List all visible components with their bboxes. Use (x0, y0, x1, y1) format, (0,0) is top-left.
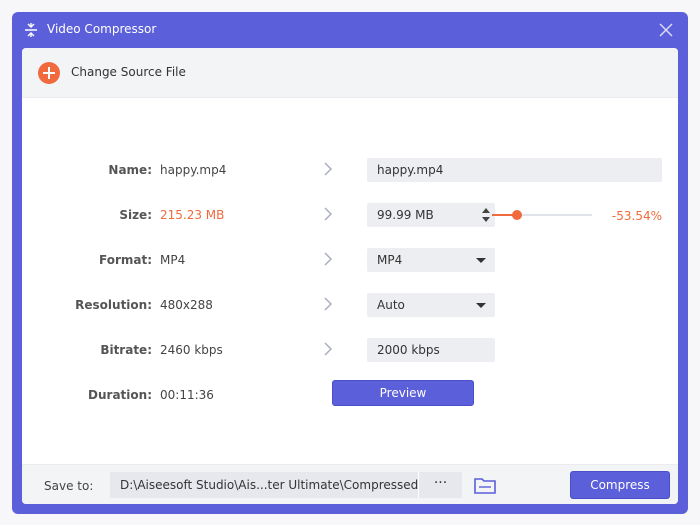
output-name-value: happy.mp4 (377, 163, 444, 177)
resolution-select[interactable]: Auto (367, 293, 495, 317)
save-path-field[interactable]: D:\Aiseesoft Studio\Ais...ter Ultimate\C… (110, 472, 418, 498)
duration-value: 00:11:36 (160, 388, 214, 402)
duration-label: Duration: (88, 388, 152, 402)
format-select[interactable]: MP4 (367, 248, 495, 272)
caret-down-icon (476, 258, 486, 263)
output-name-input[interactable]: happy.mp4 (367, 158, 662, 182)
browse-more-button[interactable]: ··· (418, 472, 462, 498)
main-panel: Change Source File Name: happy.mp4 happy… (22, 48, 678, 504)
name-label: Name: (108, 163, 152, 177)
original-name-value: happy.mp4 (160, 163, 227, 177)
original-size-value: 215.23 MB (160, 208, 225, 222)
spinner-arrows-icon[interactable] (481, 206, 491, 224)
save-bar: Save to: D:\Aiseesoft Studio\Ais...ter U… (22, 464, 678, 504)
output-size-value: 99.99 MB (377, 208, 434, 222)
folder-icon[interactable] (474, 476, 496, 494)
preview-button[interactable]: Preview (332, 380, 474, 406)
output-bitrate-value: 2000 kbps (377, 343, 440, 357)
format-label: Format: (98, 253, 152, 267)
chevron-right-icon (324, 162, 333, 176)
size-slider-thumb[interactable] (512, 210, 522, 220)
caret-down-icon (476, 303, 486, 308)
plus-circle-icon[interactable] (38, 62, 60, 84)
bitrate-label: Bitrate: (100, 343, 152, 357)
compress-button[interactable]: Compress (570, 471, 670, 499)
change-source-file-button[interactable]: Change Source File (71, 65, 186, 79)
output-format-value: MP4 (377, 253, 403, 267)
resolution-label: Resolution: (75, 298, 152, 312)
source-toolbar: Change Source File (22, 48, 678, 98)
output-size-stepper[interactable]: 99.99 MB (367, 203, 495, 227)
original-format-value: MP4 (160, 253, 186, 267)
size-reduction-percent: -53.54% (611, 209, 662, 223)
original-resolution-value: 480x288 (160, 298, 213, 312)
chevron-right-icon (324, 207, 333, 221)
window-title: Video Compressor (47, 22, 157, 36)
chevron-right-icon (324, 342, 333, 356)
save-to-label: Save to: (44, 479, 94, 493)
video-compressor-window: Video Compressor Change Source File Name… (12, 12, 688, 514)
close-icon[interactable] (658, 22, 674, 38)
original-bitrate-value: 2460 kbps (160, 343, 223, 357)
output-bitrate-field[interactable]: 2000 kbps (367, 338, 495, 362)
title-bar: Video Compressor (12, 12, 688, 48)
compress-icon (25, 23, 37, 37)
chevron-right-icon (324, 297, 333, 311)
size-label: Size: (119, 208, 152, 222)
chevron-right-icon (324, 252, 333, 266)
output-resolution-value: Auto (377, 298, 405, 312)
